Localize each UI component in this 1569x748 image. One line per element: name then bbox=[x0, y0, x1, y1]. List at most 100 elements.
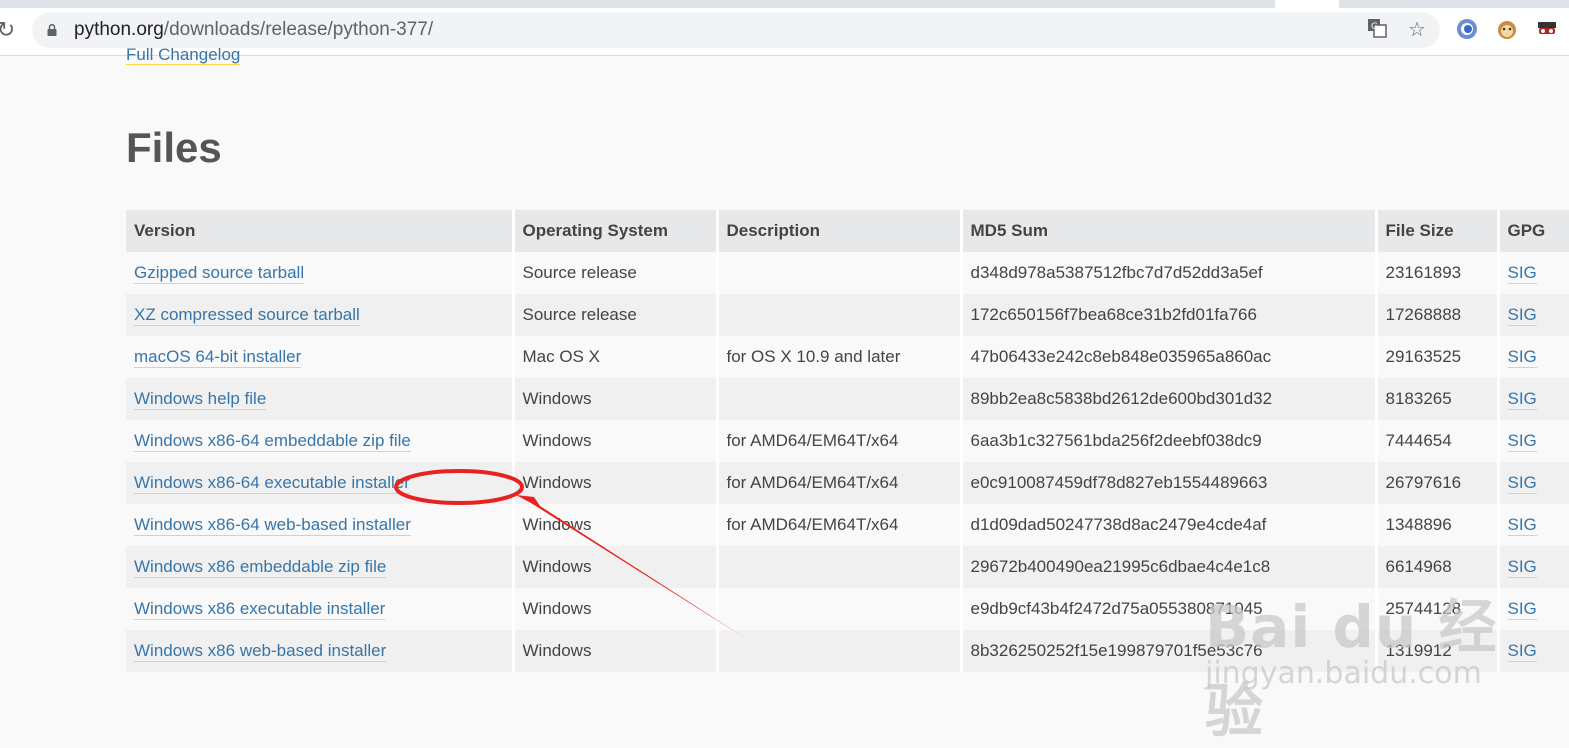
reload-icon[interactable]: ↻ bbox=[0, 16, 18, 44]
col-header-description: Description bbox=[717, 210, 963, 252]
download-link[interactable]: Windows x86-64 executable installer bbox=[134, 473, 410, 494]
address-bar[interactable]: python.org/downloads/release/python-377/… bbox=[32, 12, 1440, 48]
files-table: Version Operating System Description MD5… bbox=[126, 210, 1569, 672]
table-row: Windows x86-64 executable installer Windo… bbox=[126, 462, 1569, 504]
os-cell: Windows bbox=[513, 420, 719, 462]
gpg-sig-link[interactable]: SIG bbox=[1507, 305, 1537, 326]
os-cell: Windows bbox=[513, 504, 719, 546]
active-tab[interactable] bbox=[1275, 0, 1339, 8]
md5-cell: e9db9cf43b4f2472d75a055380871045 bbox=[961, 588, 1378, 630]
md5-cell: 29672b400490ea21995c6dbae4c4e1c8 bbox=[961, 546, 1378, 588]
description-cell bbox=[717, 588, 963, 630]
gpg-sig-link[interactable]: SIG bbox=[1507, 515, 1537, 536]
md5-cell: 47b06433e242c8eb848e035965a860ac bbox=[961, 336, 1378, 378]
gpg-sig-link[interactable]: SIG bbox=[1507, 599, 1537, 620]
star-icon[interactable]: ☆ bbox=[1405, 18, 1429, 42]
os-cell: Windows bbox=[513, 588, 719, 630]
version-cell: Windows x86 executable installer bbox=[126, 588, 515, 630]
gpg-sig-link[interactable]: SIG bbox=[1507, 557, 1537, 578]
description-cell bbox=[717, 630, 963, 672]
url-text[interactable]: python.org/downloads/release/python-377/ bbox=[74, 12, 433, 48]
os-cell: Windows bbox=[513, 546, 719, 588]
description-cell bbox=[717, 546, 963, 588]
version-cell: Windows x86-64 executable installer bbox=[126, 462, 515, 504]
full-changelog-link[interactable]: Full Changelog bbox=[126, 46, 241, 65]
download-link[interactable]: Windows x86 executable installer bbox=[134, 599, 386, 620]
gpg-sig-link[interactable]: SIG bbox=[1507, 431, 1537, 452]
download-link[interactable]: Windows help file bbox=[134, 389, 267, 410]
os-cell: Windows bbox=[513, 630, 719, 672]
url-host: python.org bbox=[74, 19, 164, 40]
col-header-md5: MD5 Sum bbox=[961, 210, 1378, 252]
version-cell: Windows help file bbox=[126, 378, 515, 420]
gpg-cell: SIG bbox=[1498, 630, 1569, 672]
col-header-os: Operating System bbox=[513, 210, 719, 252]
version-cell: XZ compressed source tarball bbox=[126, 294, 515, 336]
col-header-gpg: GPG bbox=[1498, 210, 1569, 252]
version-cell: Gzipped source tarball bbox=[126, 252, 515, 294]
version-cell: Windows x86 embeddable zip file bbox=[126, 546, 515, 588]
gpg-cell: SIG bbox=[1498, 378, 1569, 420]
file-size-cell: 23161893 bbox=[1376, 252, 1500, 294]
tab-strip bbox=[0, 0, 1569, 8]
svg-text:G: G bbox=[1371, 22, 1378, 32]
md5-cell: d1d09dad50247738d8ac2479e4cde4af bbox=[961, 504, 1378, 546]
gpg-cell: SIG bbox=[1498, 546, 1569, 588]
download-link[interactable]: Gzipped source tarball bbox=[134, 263, 305, 284]
download-link[interactable]: Windows x86-64 web-based installer bbox=[134, 515, 411, 536]
table-row: Windows help file Windows 89bb2ea8c5838bd2… bbox=[126, 378, 1569, 420]
description-cell bbox=[717, 294, 963, 336]
os-cell: Source release bbox=[513, 252, 719, 294]
gpg-sig-link[interactable]: SIG bbox=[1507, 473, 1537, 494]
gpg-sig-link[interactable]: SIG bbox=[1507, 347, 1537, 368]
table-row: Windows x86-64 web-based installer Window… bbox=[126, 504, 1569, 546]
file-size-cell: 26797616 bbox=[1376, 462, 1500, 504]
version-cell: Windows x86 web-based installer bbox=[126, 630, 515, 672]
md5-cell: e0c910087459df78d827eb1554489663 bbox=[961, 462, 1378, 504]
file-size-cell: 8183265 bbox=[1376, 378, 1500, 420]
gpg-sig-link[interactable]: SIG bbox=[1507, 641, 1537, 662]
translate-icon[interactable]: G bbox=[1365, 18, 1389, 42]
file-size-cell: 1319912 bbox=[1376, 630, 1500, 672]
file-size-cell: 1348896 bbox=[1376, 504, 1500, 546]
gpg-sig-link[interactable]: SIG bbox=[1507, 263, 1537, 284]
os-cell: Windows bbox=[513, 462, 719, 504]
col-header-version: Version bbox=[126, 210, 515, 252]
gpg-sig-link[interactable]: SIG bbox=[1507, 389, 1537, 410]
md5-cell: 8b326250252f15e199879701f5e53c76 bbox=[961, 630, 1378, 672]
file-size-cell: 7444654 bbox=[1376, 420, 1500, 462]
description-cell: for AMD64/EM64T/x64 bbox=[717, 420, 963, 462]
extension-icon[interactable] bbox=[1496, 18, 1518, 40]
description-cell: for AMD64/EM64T/x64 bbox=[717, 462, 963, 504]
table-row: Gzipped source tarball Source release d348… bbox=[126, 252, 1569, 294]
table-row: XZ compressed source tarball Source relea… bbox=[126, 294, 1569, 336]
download-link[interactable]: macOS 64-bit installer bbox=[134, 347, 302, 368]
gpg-cell: SIG bbox=[1498, 336, 1569, 378]
file-size-cell: 6614968 bbox=[1376, 546, 1500, 588]
file-size-cell: 25744128 bbox=[1376, 588, 1500, 630]
description-cell bbox=[717, 252, 963, 294]
version-cell: macOS 64-bit installer bbox=[126, 336, 515, 378]
download-link[interactable]: XZ compressed source tarball bbox=[134, 305, 360, 326]
md5-cell: d348d978a5387512fbc7d7d52dd3a5ef bbox=[961, 252, 1378, 294]
gpg-cell: SIG bbox=[1498, 252, 1569, 294]
extension-icon[interactable] bbox=[1536, 18, 1558, 40]
md5-cell: 89bb2ea8c5838bd2612de600bd301d32 bbox=[961, 378, 1378, 420]
table-row: Windows x86 executable installer Windows e… bbox=[126, 588, 1569, 630]
extension-icon[interactable] bbox=[1456, 18, 1478, 40]
gpg-cell: SIG bbox=[1498, 462, 1569, 504]
table-header-row: Version Operating System Description MD5… bbox=[126, 210, 1569, 252]
download-link[interactable]: Windows x86 embeddable zip file bbox=[134, 557, 387, 578]
download-link[interactable]: Windows x86 web-based installer bbox=[134, 641, 387, 662]
os-cell: Source release bbox=[513, 294, 719, 336]
url-path: /downloads/release/python-377/ bbox=[163, 19, 434, 40]
file-size-cell: 17268888 bbox=[1376, 294, 1500, 336]
table-row: macOS 64-bit installer Mac OS Xfor OS X 1… bbox=[126, 336, 1569, 378]
download-link[interactable]: Windows x86-64 embeddable zip file bbox=[134, 431, 411, 452]
md5-cell: 6aa3b1c327561bda256f2deebf038dc9 bbox=[961, 420, 1378, 462]
table-row: Windows x86-64 embeddable zip file Window… bbox=[126, 420, 1569, 462]
lock-icon[interactable] bbox=[47, 24, 57, 36]
gpg-cell: SIG bbox=[1498, 294, 1569, 336]
table-row: Windows x86 embeddable zip file Windows 29… bbox=[126, 546, 1569, 588]
col-header-file-size: File Size bbox=[1376, 210, 1500, 252]
